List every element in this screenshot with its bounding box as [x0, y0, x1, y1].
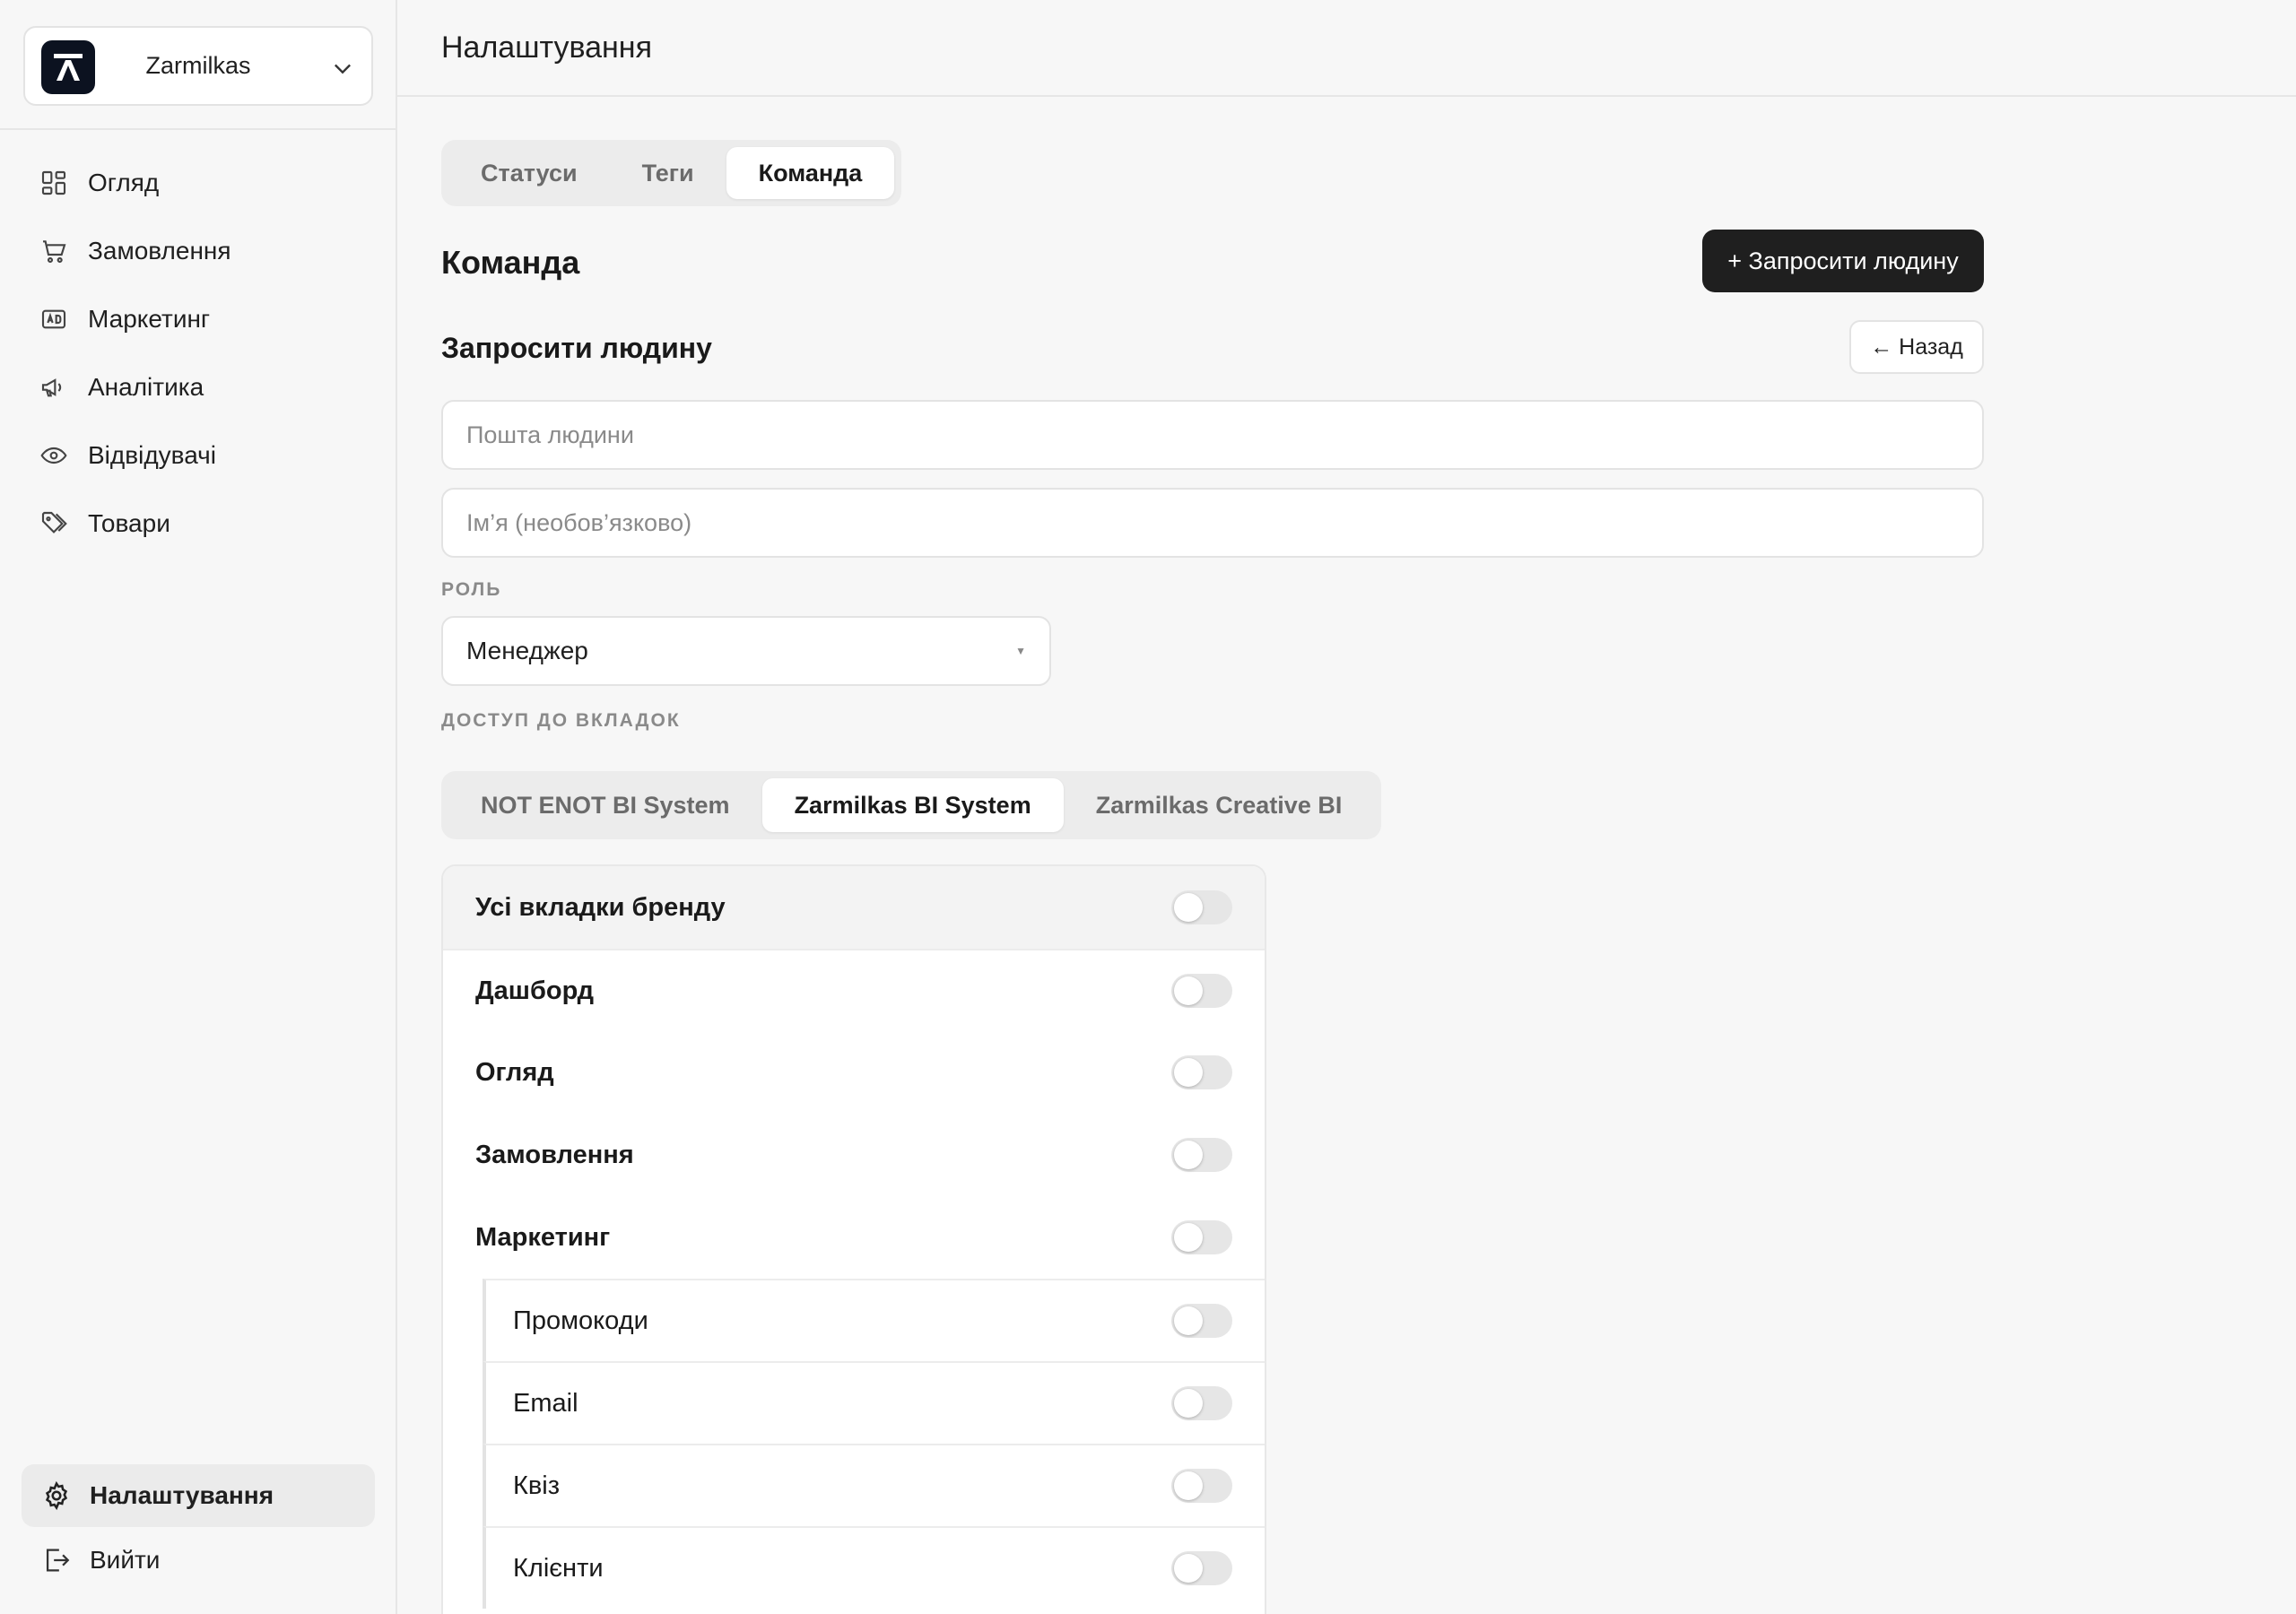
access-row-all: Усі вкладки бренду [443, 866, 1265, 949]
page-title: Налаштування [441, 30, 652, 65]
access-row: Замовлення [443, 1114, 1265, 1196]
sidebar-item-orders[interactable]: Замовлення [0, 217, 396, 285]
role-select-value: Менеджер [466, 637, 588, 664]
sidebar-item-label: Аналітика [88, 373, 204, 401]
sidebar-item-overview[interactable]: Огляд [0, 149, 396, 217]
tag-icon [41, 511, 67, 534]
sidebar-divider [0, 128, 396, 130]
invite-form-title: Запросити людину [441, 332, 712, 364]
access-row-label: Огляд [475, 1057, 554, 1087]
sidebar-item-label: Огляд [88, 169, 160, 196]
sidebar-item-visitors[interactable]: Відвідувачі [0, 421, 396, 490]
brand-name: Zarmilkas [145, 52, 251, 79]
tab-brand-zarmilkas-bi[interactable]: Zarmilkas BI System [761, 778, 1064, 832]
back-button[interactable]: ← Назад [1849, 320, 1984, 374]
toggle-dashboard[interactable] [1171, 974, 1232, 1008]
sidebar-item-label: Маркетинг [88, 305, 211, 333]
access-row-label: Промокоди [513, 1306, 648, 1335]
tab-brand-not-enot[interactable]: NOT ENOT BI System [448, 778, 762, 832]
ad-icon [41, 309, 66, 329]
sidebar-item-label: Товари [88, 509, 170, 537]
email-input[interactable] [441, 400, 1984, 470]
sidebar-item-logout[interactable]: Вийти [22, 1529, 375, 1592]
access-row: Маркетинг [443, 1196, 1265, 1279]
caret-down-icon: ▼ [1015, 645, 1026, 657]
megaphone-icon [41, 378, 62, 397]
toggle-marketing[interactable] [1171, 1220, 1232, 1254]
page-header: Налаштування [397, 0, 2296, 97]
access-row-label: Квіз [513, 1471, 561, 1500]
section-title: Команда [441, 244, 580, 281]
role-select[interactable]: Менеджер ▼ [441, 616, 1051, 686]
brand-switcher[interactable]: Zarmilkas [23, 26, 373, 106]
toggle-email[interactable] [1171, 1386, 1232, 1420]
gear-icon [45, 1480, 68, 1511]
eye-icon [40, 447, 67, 464]
sidebar: Zarmilkas Огляд Замовлення Маркетинг Ана… [0, 0, 397, 1614]
access-list: Усі вкладки бренду Дашборд Огляд Замовле… [441, 864, 1266, 1614]
tab-statuses[interactable]: Статуси [448, 147, 610, 199]
access-row-label: Дашборд [475, 976, 594, 1005]
sidebar-item-products[interactable]: Товари [0, 490, 396, 558]
toggle-orders[interactable] [1171, 1138, 1232, 1172]
sidebar-item-marketing[interactable]: Маркетинг [0, 285, 396, 353]
access-row: Огляд [443, 1031, 1265, 1114]
access-row-label: Замовлення [475, 1140, 634, 1169]
name-input[interactable] [441, 488, 1984, 558]
access-subrow: Промокоди [483, 1279, 1265, 1361]
access-row: Дашборд [443, 949, 1265, 1031]
invite-person-button[interactable]: + Запросити людину [1702, 230, 1984, 292]
grid-icon [41, 170, 66, 195]
tab-tags[interactable]: Теги [610, 147, 726, 199]
sidebar-item-label: Відвідувачі [88, 441, 216, 469]
access-subrow: Квіз [483, 1444, 1265, 1526]
sidebar-bottom: Налаштування Вийти [22, 1464, 375, 1592]
logout-icon [46, 1549, 70, 1572]
access-row-label: Маркетинг [475, 1222, 611, 1252]
sidebar-item-label: Вийти [90, 1546, 161, 1574]
access-row-label: Клієнти [513, 1553, 604, 1583]
toggle-clients[interactable] [1171, 1551, 1232, 1585]
chevron-down-icon [335, 64, 351, 74]
brand-tabs: NOT ENOT BI System Zarmilkas BI System Z… [441, 771, 1382, 839]
access-subrow: Клієнти [483, 1526, 1265, 1609]
access-subrow: Email [483, 1361, 1265, 1444]
role-label: РОЛЬ [441, 579, 502, 600]
access-row-label: Усі вкладки бренду [475, 892, 726, 922]
toggle-promocodes[interactable] [1171, 1304, 1232, 1338]
sidebar-nav: Огляд Замовлення Маркетинг Аналітика Від… [0, 149, 396, 558]
tab-brand-zarmilkas-creative[interactable]: Zarmilkas Creative BI [1064, 778, 1375, 832]
sidebar-item-analytics[interactable]: Аналітика [0, 353, 396, 421]
sidebar-item-settings[interactable]: Налаштування [22, 1464, 375, 1527]
sidebar-item-label: Замовлення [88, 237, 231, 265]
cart-icon [43, 240, 66, 264]
tab-team[interactable]: Команда [726, 147, 895, 199]
settings-tabs: Статуси Теги Команда [441, 140, 902, 206]
toggle-quiz[interactable] [1171, 1469, 1232, 1503]
toggle-all-tabs[interactable] [1171, 890, 1232, 924]
access-row-label: Email [513, 1388, 578, 1418]
sidebar-item-label: Налаштування [90, 1481, 274, 1509]
access-label: ДОСТУП ДО ВКЛАДОК [441, 710, 681, 731]
toggle-overview[interactable] [1171, 1055, 1232, 1089]
